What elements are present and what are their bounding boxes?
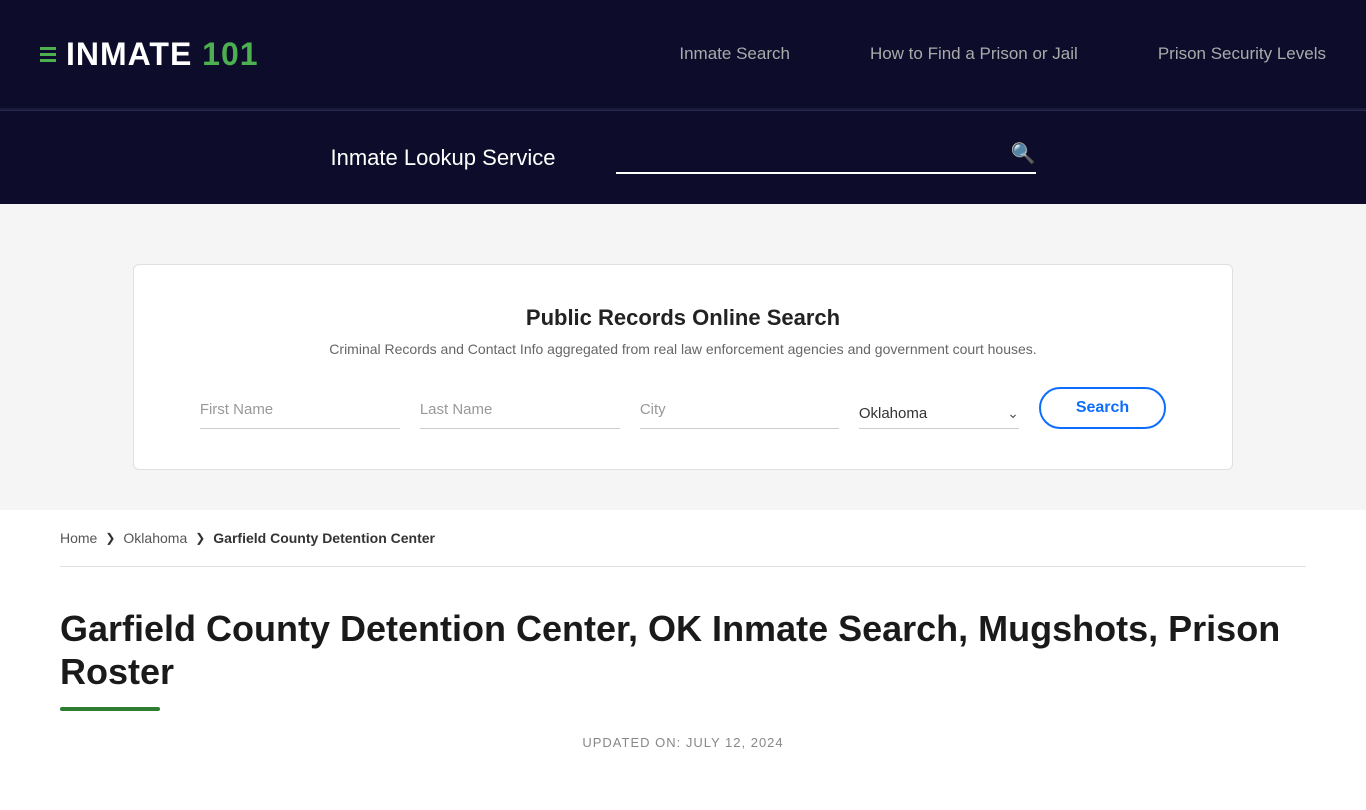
- nav-link-how-to-find[interactable]: How to Find a Prison or Jail: [870, 44, 1078, 63]
- chevron-down-icon: ⌄: [1007, 405, 1019, 422]
- chevron-right-icon-2: ❯: [195, 531, 205, 545]
- search-button[interactable]: Search: [1039, 387, 1166, 429]
- records-card: Public Records Online Search Criminal Re…: [133, 264, 1233, 470]
- banner-search-form: 🔍: [616, 141, 1036, 174]
- search-icon[interactable]: 🔍: [1011, 141, 1036, 166]
- breadcrumb-current: Garfield County Detention Center: [213, 530, 435, 546]
- banner-search-input[interactable]: [616, 145, 1011, 163]
- nav-link-security-levels[interactable]: Prison Security Levels: [1158, 44, 1326, 63]
- breadcrumb-section: Home ❯ Oklahoma ❯ Garfield County Detent…: [0, 510, 1366, 566]
- top-navigation: INMATE 101 Inmate Search How to Find a P…: [0, 0, 1366, 110]
- logo-icon: [40, 47, 56, 62]
- logo-text: INMATE 101: [66, 36, 259, 73]
- updated-label: UPDATED ON: JULY 12, 2024: [60, 735, 1306, 750]
- records-card-subtitle: Criminal Records and Contact Info aggreg…: [194, 341, 1172, 357]
- state-select-wrapper: Alabama Alaska Arizona Arkansas Californ…: [859, 405, 1019, 429]
- city-input[interactable]: [640, 397, 839, 422]
- nav-links: Inmate Search How to Find a Prison or Ja…: [679, 44, 1326, 64]
- nav-link-inmate-search[interactable]: Inmate Search: [679, 44, 790, 63]
- page-title: Garfield County Detention Center, OK Inm…: [60, 607, 1306, 693]
- first-name-field: [200, 397, 400, 429]
- records-form: Alabama Alaska Arizona Arkansas Californ…: [194, 387, 1172, 429]
- breadcrumb-home[interactable]: Home: [60, 530, 97, 546]
- search-banner: Inmate Lookup Service 🔍: [0, 110, 1366, 204]
- gap-spacer: [0, 204, 1366, 244]
- logo[interactable]: INMATE 101: [40, 36, 259, 73]
- city-field: [640, 397, 839, 429]
- last-name-field: [420, 397, 620, 429]
- first-name-input[interactable]: [200, 397, 400, 422]
- state-select[interactable]: Alabama Alaska Arizona Arkansas Californ…: [859, 405, 1007, 422]
- last-name-input[interactable]: [420, 397, 620, 422]
- breadcrumb-state[interactable]: Oklahoma: [123, 530, 187, 546]
- chevron-right-icon: ❯: [105, 531, 115, 545]
- card-section: Public Records Online Search Criminal Re…: [0, 244, 1366, 510]
- banner-label: Inmate Lookup Service: [330, 145, 555, 171]
- title-underline: [60, 707, 160, 711]
- records-card-title: Public Records Online Search: [194, 305, 1172, 331]
- breadcrumb: Home ❯ Oklahoma ❯ Garfield County Detent…: [60, 530, 1306, 546]
- main-content: Garfield County Detention Center, OK Inm…: [0, 567, 1366, 810]
